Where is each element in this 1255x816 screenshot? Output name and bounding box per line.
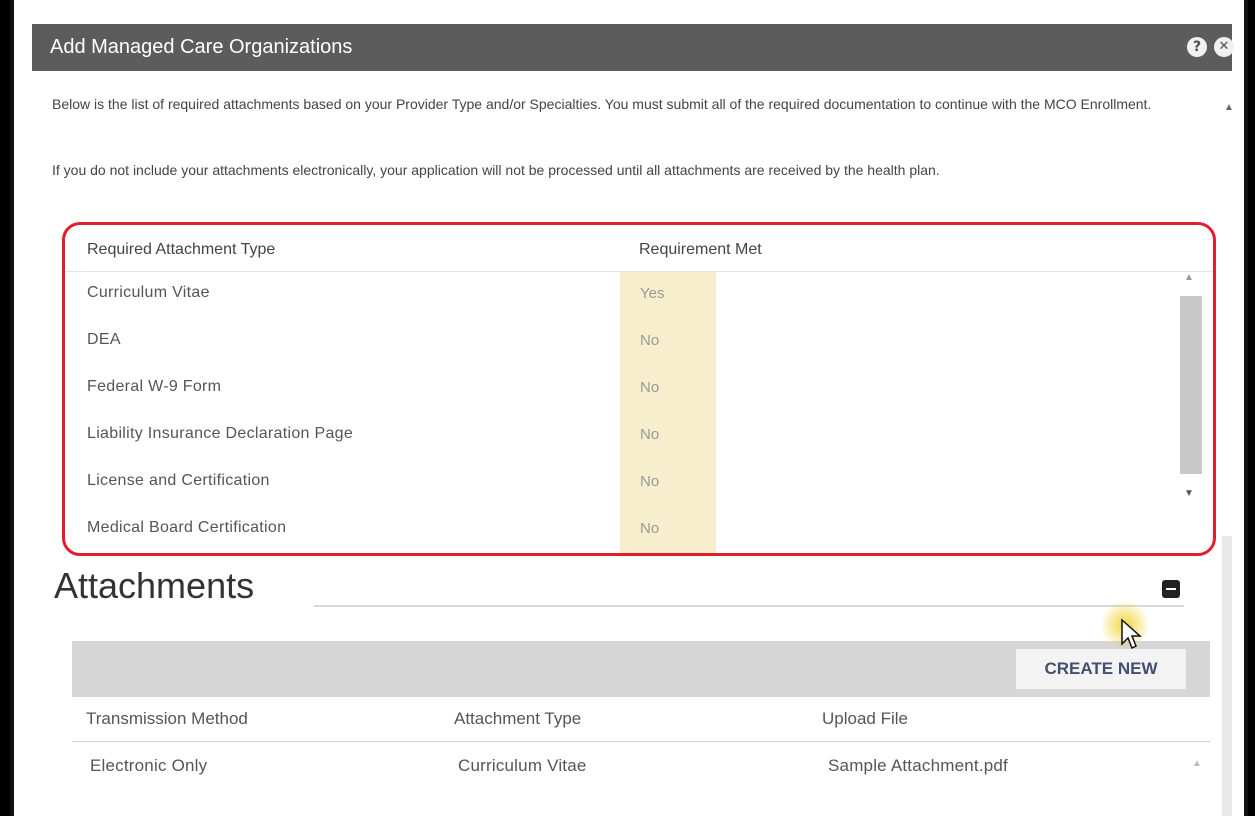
column-header-transmission-method[interactable]: Transmission Method: [86, 709, 248, 729]
requirement-met-cell: No: [620, 366, 716, 413]
attachment-type-cell: License and Certification: [87, 472, 270, 489]
requirement-met-cell: Yes: [620, 272, 716, 319]
attachments-grid-header: Transmission Method Attachment Type Uplo…: [72, 697, 1210, 742]
attachments-toolbar: CREATE NEW: [72, 641, 1210, 697]
intro-paragraph-1: Below is the list of required attachment…: [52, 96, 1152, 112]
scroll-up-arrow-icon[interactable]: ▲: [1224, 102, 1234, 113]
intro-paragraph-2: If you do not include your attachments e…: [52, 162, 940, 178]
section-divider: [314, 605, 1184, 607]
transmission-method-cell: Electronic Only: [90, 756, 208, 775]
table-row: Curriculum Vitae Yes: [65, 272, 1165, 319]
dialog-window: Add Managed Care Organizations ? ✕ Below…: [10, 0, 1248, 816]
collapse-section-icon[interactable]: [1162, 580, 1180, 598]
requirement-met-value: No: [640, 426, 660, 443]
attachment-type-cell: Federal W-9 Form: [87, 378, 222, 395]
required-attachments-header: Required Attachment Type Requirement Met: [65, 225, 1213, 272]
dialog-scrollbar[interactable]: [1222, 536, 1232, 816]
table-row: Medical Board Certification No: [65, 507, 1165, 553]
requirement-met-cell: No: [620, 507, 716, 553]
attachment-type-cell: DEA: [87, 331, 121, 348]
attachment-type-cell: Liability Insurance Declaration Page: [87, 425, 354, 442]
requirement-met-value: No: [640, 332, 660, 349]
column-header-requirement-met[interactable]: Requirement Met: [639, 241, 762, 259]
scrollbar-thumb[interactable]: [1180, 296, 1202, 474]
scroll-down-arrow-icon[interactable]: ▼: [1184, 488, 1194, 499]
requirement-met-value: No: [640, 520, 660, 537]
requirement-met-value: No: [640, 473, 660, 490]
table-row[interactable]: Electronic Only Curriculum Vitae Sample …: [72, 742, 1210, 788]
dialog-content: Below is the list of required attachment…: [32, 71, 1234, 816]
required-attachments-table: Required Attachment Type Requirement Met…: [62, 222, 1216, 556]
dialog-titlebar: Add Managed Care Organizations ? ✕: [32, 24, 1234, 71]
dialog-title: Add Managed Care Organizations: [50, 36, 353, 58]
required-attachments-rows: Curriculum Vitae Yes DEA No Federal W-9 …: [65, 272, 1165, 553]
requirement-met-cell: No: [620, 460, 716, 507]
requirement-met-value: Yes: [640, 285, 665, 302]
table-row: Federal W-9 Form No: [65, 366, 1165, 413]
mouse-pointer-icon: [1121, 618, 1142, 650]
help-icon[interactable]: ?: [1187, 37, 1207, 57]
attachment-type-cell: Curriculum Vitae: [458, 756, 587, 775]
table-row: DEA No: [65, 319, 1165, 366]
scroll-up-arrow-icon[interactable]: ▲: [1192, 758, 1202, 769]
table-row: License and Certification No: [65, 460, 1165, 507]
scroll-up-arrow-icon[interactable]: ▲: [1184, 272, 1194, 283]
table-row: Liability Insurance Declaration Page No: [65, 413, 1165, 460]
requirement-met-cell: No: [620, 319, 716, 366]
requirement-met-cell: No: [620, 413, 716, 460]
attachment-type-cell: Curriculum Vitae: [87, 284, 210, 301]
upload-file-cell: Sample Attachment.pdf: [828, 756, 1008, 775]
requirement-met-value: No: [640, 379, 660, 396]
required-attachments-scrollbar[interactable]: ▲ ▼: [1178, 272, 1204, 542]
close-icon[interactable]: ✕: [1214, 37, 1234, 57]
column-header-upload-file[interactable]: Upload File: [822, 709, 908, 729]
create-new-button[interactable]: CREATE NEW: [1016, 649, 1186, 689]
column-header-attachment-type[interactable]: Required Attachment Type: [87, 241, 275, 259]
attachments-section-title: Attachments: [54, 565, 255, 606]
column-header-attachment-type[interactable]: Attachment Type: [454, 709, 581, 729]
attachment-type-cell: Medical Board Certification: [87, 519, 287, 536]
